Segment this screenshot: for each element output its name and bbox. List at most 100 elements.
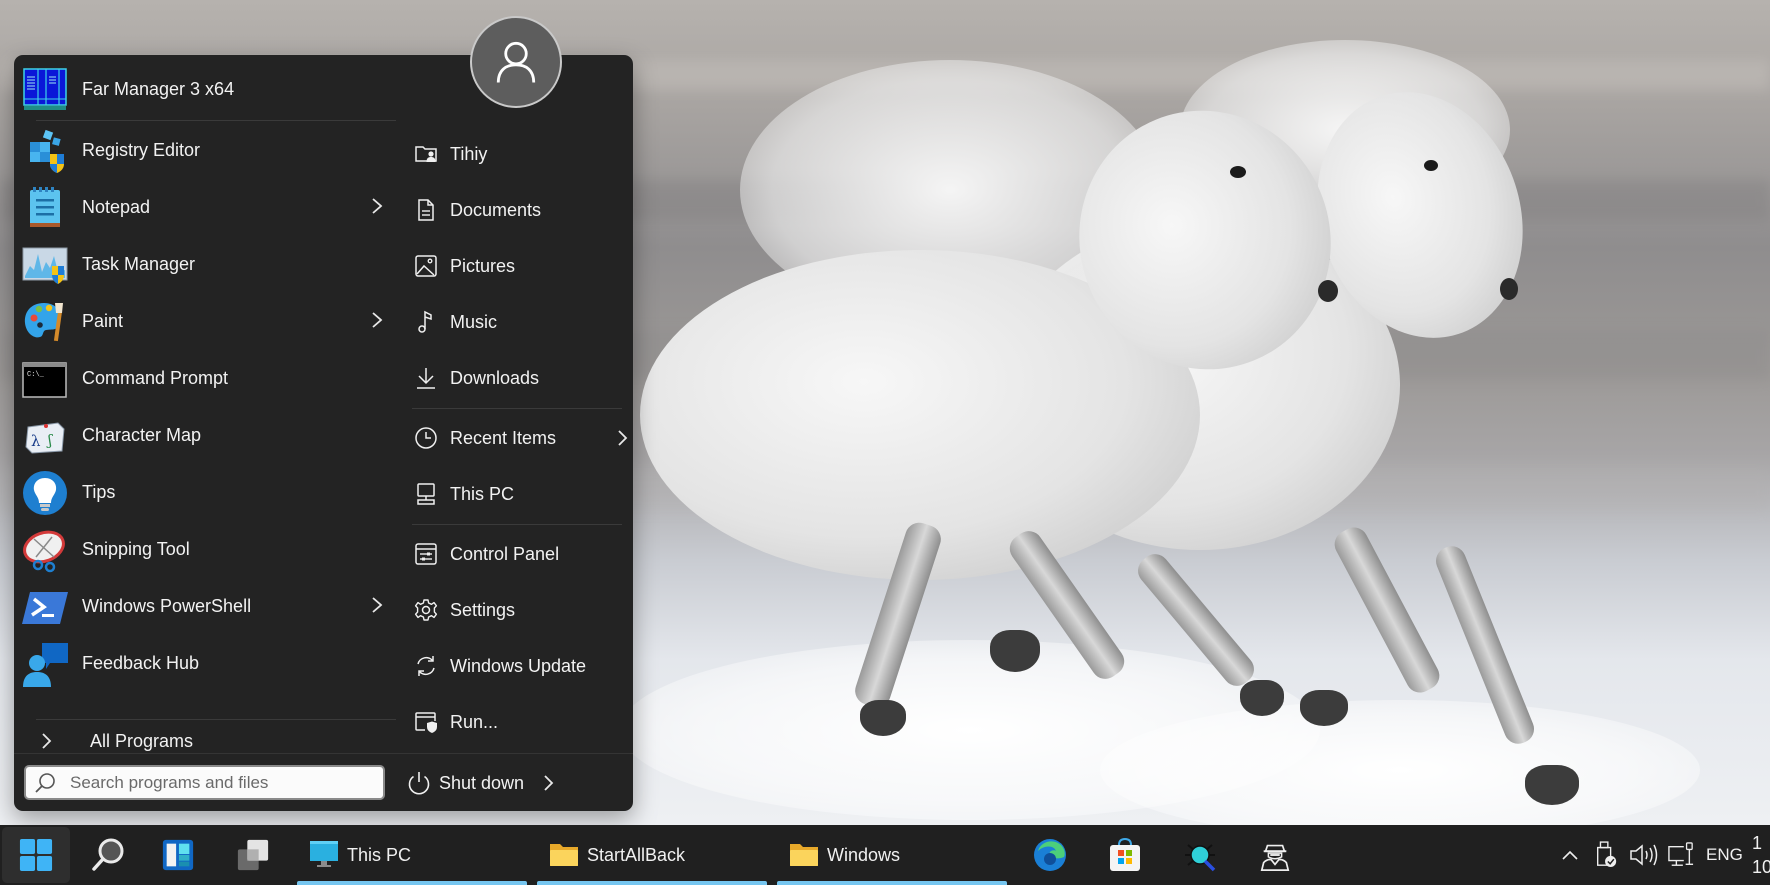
place-recent-items[interactable]: Recent Items xyxy=(402,415,634,461)
separator xyxy=(36,719,396,720)
store-icon xyxy=(1110,837,1140,871)
computer-icon xyxy=(414,482,438,506)
spy-icon xyxy=(1260,844,1290,871)
chevron-right-icon[interactable] xyxy=(370,195,384,217)
program-label: Paint xyxy=(82,311,124,331)
computer-icon xyxy=(309,840,339,868)
place-pictures[interactable]: Pictures xyxy=(402,243,634,289)
control-panel-icon xyxy=(414,542,438,566)
user-folder-icon xyxy=(414,142,438,166)
task-view-button[interactable] xyxy=(225,827,281,883)
notepad-icon xyxy=(22,185,68,231)
place-control-panel[interactable]: Control Panel xyxy=(402,531,634,577)
clock-icon xyxy=(414,426,438,450)
task-view-icon xyxy=(237,839,269,871)
usb-safe-remove-icon xyxy=(1597,841,1617,867)
chevron-right-icon[interactable] xyxy=(370,594,384,616)
place-label: Run... xyxy=(450,712,499,732)
tray-language[interactable]: ENG xyxy=(1704,825,1748,885)
taskbar: This PC StartAllBack Windows ENG 1 10 xyxy=(0,825,1770,885)
chevron-right-icon xyxy=(40,731,52,751)
program-far-manager[interactable]: Far Manager 3 x64 xyxy=(20,63,395,115)
taskbar-app-process-explorer[interactable] xyxy=(1172,827,1228,883)
place-windows-update[interactable]: Windows Update xyxy=(402,643,634,689)
chevron-right-icon[interactable] xyxy=(616,427,628,449)
search-input[interactable] xyxy=(70,769,370,796)
program-notepad[interactable]: Notepad xyxy=(20,181,395,233)
tray-overflow-button[interactable] xyxy=(1555,825,1585,885)
shutdown-label: Shut down xyxy=(439,773,525,793)
taskbar-app-spy[interactable] xyxy=(1247,827,1303,883)
start-button[interactable] xyxy=(2,827,70,883)
volume-icon xyxy=(1630,844,1658,866)
folder-icon xyxy=(549,840,579,868)
picture-icon xyxy=(414,254,438,278)
windows-logo-icon xyxy=(19,838,53,872)
program-label: Feedback Hub xyxy=(82,653,200,673)
program-command-prompt[interactable]: C:\_ Command Prompt xyxy=(20,352,395,404)
place-run[interactable]: Run... xyxy=(402,699,634,745)
program-label: Command Prompt xyxy=(82,368,229,388)
search-box[interactable] xyxy=(24,765,385,800)
program-paint[interactable]: Paint xyxy=(20,295,395,347)
tray-network[interactable] xyxy=(1664,825,1700,885)
place-label: Recent Items xyxy=(450,428,557,448)
place-user-folder[interactable]: Tihiy xyxy=(402,131,634,177)
separator xyxy=(14,753,633,754)
command-prompt-icon: C:\_ xyxy=(22,356,68,402)
place-label: Documents xyxy=(450,200,542,220)
paint-icon xyxy=(22,299,68,345)
widgets-button[interactable] xyxy=(150,827,206,883)
search-icon xyxy=(34,772,56,794)
far-manager-icon xyxy=(22,67,68,113)
program-character-map[interactable]: λ ʃ Character Map xyxy=(20,409,395,461)
svg-text:λ: λ xyxy=(31,432,41,450)
place-label: Settings xyxy=(450,600,516,620)
program-label: Task Manager xyxy=(82,254,196,274)
widgets-icon xyxy=(162,839,194,871)
tray-usb-safe-remove[interactable] xyxy=(1590,825,1622,885)
clock[interactable]: 1 10 xyxy=(1752,831,1770,879)
place-this-pc[interactable]: This PC xyxy=(402,471,634,517)
taskbar-window-this-pc[interactable]: This PC xyxy=(297,825,527,885)
program-label: Notepad xyxy=(82,197,151,217)
language-indicator: ENG xyxy=(1706,845,1743,864)
user-avatar[interactable] xyxy=(470,16,562,108)
program-feedback-hub[interactable]: Feedback Hub xyxy=(20,637,395,689)
place-music[interactable]: Music xyxy=(402,299,634,345)
place-settings[interactable]: Settings xyxy=(402,587,634,633)
chevron-right-icon[interactable] xyxy=(370,309,384,331)
program-tips[interactable]: Tips xyxy=(20,466,395,518)
tips-icon xyxy=(22,470,68,516)
user-avatar-icon xyxy=(496,41,536,83)
program-registry-editor[interactable]: Registry Editor xyxy=(20,124,395,176)
program-windows-powershell[interactable]: Windows PowerShell xyxy=(20,580,395,632)
place-documents[interactable]: Documents xyxy=(402,187,634,233)
tray-volume[interactable] xyxy=(1626,825,1662,885)
place-label: Downloads xyxy=(450,368,540,388)
window-label: StartAllBack xyxy=(587,845,686,865)
network-icon xyxy=(1668,842,1694,866)
run-icon xyxy=(414,710,438,734)
character-map-icon: λ ʃ xyxy=(22,413,68,459)
program-task-manager[interactable]: Task Manager xyxy=(20,238,395,290)
place-label: Music xyxy=(450,312,498,332)
separator xyxy=(412,408,622,409)
program-snipping-tool[interactable]: Snipping Tool xyxy=(20,523,395,575)
shutdown-button[interactable]: Shut down xyxy=(406,765,566,801)
folder-icon xyxy=(789,840,819,868)
taskbar-app-store[interactable] xyxy=(1097,827,1153,883)
snipping-tool-icon xyxy=(22,527,68,573)
taskbar-app-edge[interactable] xyxy=(1022,827,1078,883)
download-icon xyxy=(414,366,438,390)
svg-text:C:\_: C:\_ xyxy=(27,371,45,379)
search-button[interactable] xyxy=(80,827,136,883)
place-label: Control Panel xyxy=(450,544,560,564)
active-indicator xyxy=(297,881,527,885)
edge-icon xyxy=(1034,839,1066,871)
taskbar-window-startallback[interactable]: StartAllBack xyxy=(537,825,767,885)
place-downloads[interactable]: Downloads xyxy=(402,355,634,401)
window-label: Windows xyxy=(827,845,901,865)
chevron-right-icon[interactable] xyxy=(542,773,554,793)
taskbar-window-windows[interactable]: Windows xyxy=(777,825,1007,885)
